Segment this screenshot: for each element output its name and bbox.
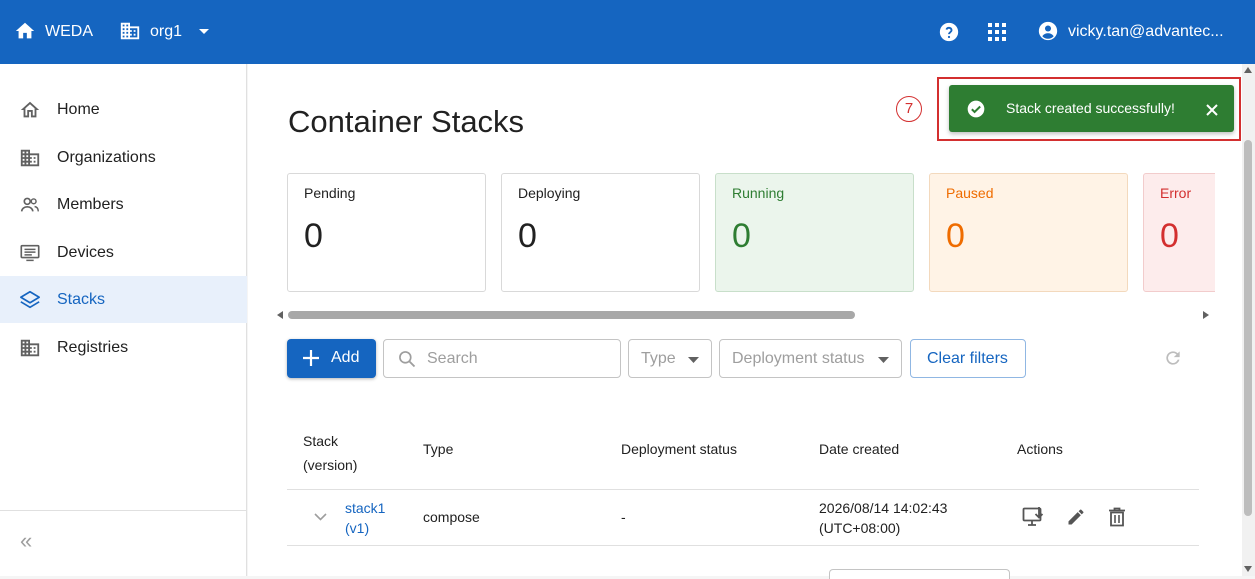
refresh-icon[interactable] [1163,348,1183,368]
page-title: Container Stacks [288,104,525,139]
sidebar-item-members[interactable]: Members [0,181,247,228]
apps-grid-icon[interactable] [988,23,1006,41]
sidebar-item-label: Members [57,195,124,213]
success-toast: Stack created successfully! [949,85,1234,132]
column-header-deployment-status[interactable]: Deployment status [621,441,737,457]
sidebar-item-label: Devices [57,243,114,261]
stack-name-link[interactable]: stack1 (v1) [345,498,385,538]
sidebar-item-stacks[interactable]: Stacks [0,276,247,323]
people-icon [20,197,39,212]
account-circle-icon [1038,21,1058,41]
vertical-scrollbar-thumb[interactable] [1244,140,1252,516]
chevron-down-icon [688,357,699,363]
status-card-count: 0 [946,217,965,255]
type-filter-label: Type [641,350,676,367]
sidebar-item-label: Registries [57,338,129,356]
column-header-stack-line1: Stack [303,433,339,449]
step-marker-badge: 7 [896,96,922,122]
status-card-count: 0 [732,217,751,255]
org-selector[interactable]: org1 [119,20,214,44]
column-header-stack[interactable]: Stack (version) [303,429,357,477]
status-card-deploying: Deploying 0 [501,173,700,292]
sidebar-item-label: Organizations [57,148,156,166]
status-card-paused: Paused 0 [929,173,1128,292]
column-header-actions: Actions [1017,441,1063,457]
org-name: org1 [150,23,183,40]
sidebar-item-home[interactable]: Home [0,86,247,133]
layers-icon [20,290,40,309]
status-card-label: Paused [946,185,994,201]
user-email: vicky.tan@advantec... [1068,23,1224,40]
status-card-pending: Pending 0 [287,173,486,292]
chevron-down-icon [878,357,889,363]
expand-row-chevron-icon[interactable] [314,513,327,521]
clear-filters-button[interactable]: Clear filters [910,339,1026,378]
search-input[interactable]: Search [383,339,621,378]
search-placeholder: Search [427,350,478,367]
edit-icon[interactable] [1066,507,1086,527]
table-row: stack1 (v1) compose - 2026/08/14 14:02:4… [287,490,1199,545]
deploy-to-device-icon[interactable] [1022,506,1046,528]
caret-down-icon [199,29,209,34]
status-card-label: Running [732,185,785,201]
home-icon [15,22,35,39]
user-menu[interactable]: vicky.tan@advantec... [1037,20,1237,44]
table-row-divider [287,545,1199,546]
add-stack-button[interactable]: Add [287,339,376,378]
stack-type: compose [423,509,480,525]
sidebar-item-registries[interactable]: Registries [0,324,247,371]
scroll-up-arrow[interactable] [1244,67,1252,73]
stack-version: (v1) [345,520,370,536]
date-created-datetime: 2026/08/14 14:02:43 [819,500,948,516]
app-name: WEDA [45,23,93,40]
date-created-timezone: (UTC+08:00) [819,520,901,536]
status-card-label: Pending [304,185,356,201]
column-header-date-created[interactable]: Date created [819,441,899,457]
status-card-count: 0 [518,217,537,255]
deployment-status-filter-select[interactable]: Deployment status [719,339,902,378]
add-button-label: Add [331,349,360,366]
building-icon [120,22,140,40]
horizontal-scrollbar-thumb[interactable] [288,311,855,319]
scroll-right-arrow[interactable] [1203,311,1209,319]
status-card-label: Error [1160,185,1192,201]
sidebar-item-devices[interactable]: Devices [0,229,247,276]
scroll-left-arrow[interactable] [277,311,283,319]
status-card-error: Error 0 [1143,173,1215,292]
weda-home-link[interactable]: WEDA [14,20,94,44]
delete-icon[interactable] [1108,507,1126,527]
toast-message: Stack created successfully! [1006,100,1175,116]
sidebar-divider [0,510,247,511]
type-filter-select[interactable]: Type [628,339,712,378]
sidebar: Home Organizations Members Devices Stack… [0,64,247,576]
building-icon [20,339,40,357]
status-card-label: Deploying [518,185,581,201]
clear-filters-label: Clear filters [927,350,1008,367]
column-header-stack-line2: (version) [303,457,358,473]
close-icon[interactable] [1206,104,1218,116]
status-cards-scroller[interactable]: Pending 0 Deploying 0 Running 0 Paused 0… [280,165,1215,305]
help-icon[interactable] [938,21,960,43]
sidebar-item-label: Stacks [57,290,106,308]
stack-name: stack1 [345,500,386,516]
status-card-count: 0 [1160,217,1179,255]
sidebar-item-organizations[interactable]: Organizations [0,134,247,181]
status-card-count: 0 [304,217,323,255]
stack-deployment-status: - [621,509,626,525]
device-icon [20,244,40,262]
status-card-running: Running 0 [715,173,914,292]
check-circle-icon [967,100,985,118]
plus-icon [303,350,319,366]
search-icon [399,351,416,368]
stack-date-created: 2026/08/14 14:02:43 (UTC+08:00) [819,498,947,538]
deployment-status-filter-label: Deployment status [732,350,865,367]
top-app-bar: WEDA org1 vicky.tan@advantec... [0,0,1255,64]
pagination-control[interactable] [829,569,1010,579]
scroll-down-arrow[interactable] [1244,566,1252,572]
building-icon [20,149,40,167]
collapse-sidebar-icon[interactable]: « [20,530,32,552]
column-header-type[interactable]: Type [423,441,453,457]
home-outline-icon [20,101,40,118]
sidebar-item-label: Home [57,100,100,118]
